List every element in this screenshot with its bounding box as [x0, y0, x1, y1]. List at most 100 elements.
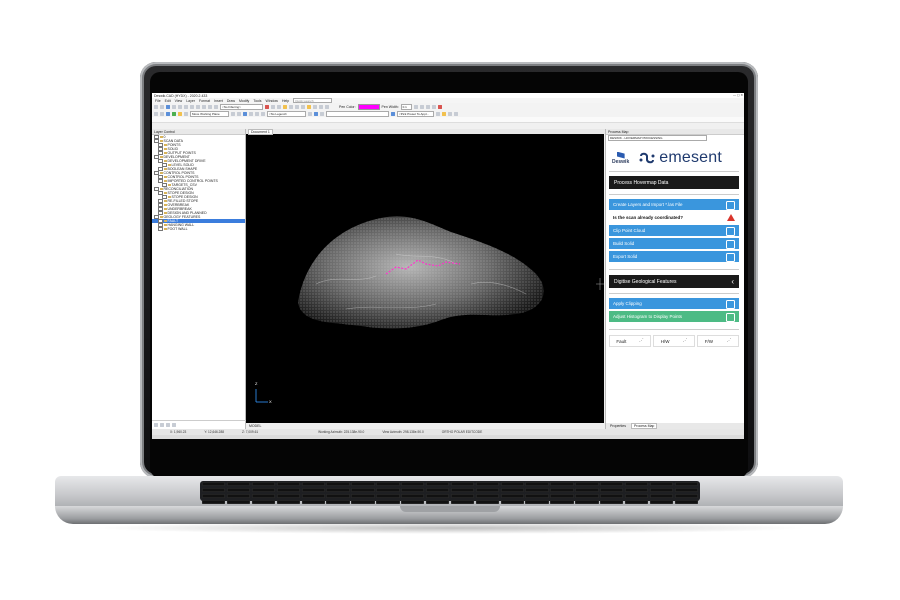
adjust-histogram-button[interactable]: Adjust Histogram to Display Points — [609, 311, 739, 322]
copy-icon[interactable] — [184, 104, 188, 109]
plane-up-icon[interactable] — [231, 111, 235, 116]
layer-visibility-checkbox[interactable] — [158, 226, 163, 232]
line-icon[interactable] — [277, 104, 281, 109]
scan-coordinated-label: Is the scan already coordinated? — [613, 215, 684, 220]
create-layers-button[interactable]: Create Layers and Import *.las File — [609, 199, 739, 210]
layer-options-icon[interactable] — [172, 423, 176, 427]
menu-item-insert[interactable]: Insert — [214, 99, 223, 103]
font-icon[interactable] — [425, 104, 430, 109]
undo-icon[interactable] — [196, 104, 200, 109]
view-front-icon[interactable] — [160, 111, 164, 116]
layer-visibility-checkbox[interactable] — [158, 150, 163, 156]
tab-properties[interactable]: Properties — [608, 424, 628, 428]
layer-icon[interactable] — [307, 104, 311, 109]
add-icon[interactable] — [431, 104, 436, 109]
new-icon[interactable] — [154, 104, 158, 109]
menu-item-draw[interactable]: Draw — [227, 99, 235, 103]
refresh-icon[interactable] — [320, 111, 324, 116]
snap-icon[interactable] — [214, 104, 218, 109]
line-style-icon[interactable] — [413, 104, 418, 109]
plane-down-icon[interactable] — [237, 111, 241, 116]
filter-combo[interactable]: <No Filtering> — [220, 103, 263, 110]
3d-viewport[interactable]: Document 1 Z X MODEL — [246, 128, 607, 429]
cut-icon[interactable] — [178, 104, 182, 109]
paste-icon[interactable] — [190, 104, 194, 109]
menu-item-help[interactable]: Help — [282, 99, 289, 103]
text-icon[interactable] — [319, 104, 323, 109]
clip-icon[interactable] — [261, 111, 265, 116]
pan-icon[interactable] — [271, 104, 275, 109]
process-map-combo[interactable]: DESWIK - HOVERMAP PROCESSING — [608, 135, 707, 141]
edit-layer-icon[interactable] — [160, 423, 164, 427]
open-icon[interactable] — [160, 104, 164, 109]
highlight-icon[interactable] — [442, 111, 446, 116]
attribute-combo[interactable] — [326, 110, 389, 117]
model-tab[interactable]: MODEL — [249, 424, 261, 428]
view-top-icon[interactable] — [154, 111, 158, 116]
light-icon[interactable] — [178, 111, 182, 116]
menu-item-layer[interactable]: Layer — [186, 99, 195, 103]
deswik-logo-text: Deswik — [612, 158, 630, 165]
rectangle-icon[interactable] — [301, 104, 305, 109]
section-digitise-geological[interactable]: Digitise Geological Features ‹ — [609, 275, 739, 288]
pen-width-combo[interactable]: 0.1 — [400, 103, 412, 110]
hanging-wall-button[interactable]: H/W ⋰ — [653, 335, 695, 347]
polyline-icon[interactable] — [283, 104, 287, 109]
table-icon[interactable] — [448, 111, 452, 116]
keyboard-key — [351, 500, 375, 504]
status-modes[interactable]: ORTHO POLAR EDITCODE — [442, 430, 483, 434]
scan-coordinated-question[interactable]: Is the scan already coordinated? — [609, 212, 739, 223]
axes-icon[interactable] — [255, 111, 259, 116]
keyboard-key — [301, 500, 325, 504]
menu-item-tools[interactable]: Tools — [253, 99, 261, 103]
menu-item-edit[interactable]: Edit — [165, 99, 171, 103]
download-icon[interactable] — [391, 111, 395, 116]
view-3d-icon[interactable] — [166, 111, 170, 116]
style-icon[interactable] — [436, 111, 440, 116]
properties-icon[interactable] — [325, 104, 329, 109]
pick-preset-combo[interactable]: <Pick Preset To Appl... — [397, 110, 434, 117]
layer-visibility-checkbox[interactable] — [162, 194, 167, 200]
grid-icon[interactable] — [313, 104, 317, 109]
print-icon[interactable] — [172, 104, 176, 109]
shade-icon[interactable] — [172, 111, 176, 116]
layer-visibility-checkbox[interactable] — [162, 162, 167, 168]
keyboard-key — [575, 500, 599, 504]
rotate-icon[interactable] — [243, 111, 247, 116]
filter-icon[interactable] — [314, 111, 318, 116]
window-controls[interactable]: — ▢ ✕ — [733, 93, 743, 97]
settings-icon[interactable] — [437, 104, 442, 109]
layer-tree-item[interactable]: FOOT WALL — [152, 226, 245, 232]
fault-button[interactable]: Fault ⋰ — [609, 335, 651, 347]
layer-visibility-checkbox[interactable] — [158, 210, 163, 216]
chart-icon[interactable] — [454, 111, 458, 116]
foot-wall-button[interactable]: F/W ⋰ — [697, 335, 739, 347]
clip-point-cloud-button[interactable]: Clip Point Cloud — [609, 225, 739, 236]
select-icon[interactable] — [208, 104, 212, 109]
save-icon[interactable] — [166, 104, 170, 109]
divider — [609, 194, 739, 195]
section-icon[interactable] — [184, 111, 188, 116]
menu-item-window[interactable]: Window — [265, 99, 277, 103]
layer-visibility-checkbox[interactable] — [158, 166, 163, 172]
delete-layer-icon[interactable] — [166, 423, 170, 427]
menu-item-format[interactable]: Format — [199, 99, 210, 103]
new-layer-icon[interactable] — [154, 423, 158, 427]
menu-item-modify[interactable]: Modify — [239, 99, 249, 103]
menu-item-view[interactable]: View — [175, 99, 183, 103]
legend-combo[interactable]: <No Legend> — [267, 110, 306, 117]
keyboard-key — [475, 500, 499, 504]
measure-icon[interactable] — [289, 104, 293, 109]
apply-clipping-button[interactable]: Apply Clipping — [609, 298, 739, 309]
orbit-icon[interactable] — [249, 111, 253, 116]
circle-icon[interactable] — [295, 104, 299, 109]
move-working-plane[interactable]: Move Working Plane — [190, 110, 229, 117]
menu-item-file[interactable]: File — [155, 99, 161, 103]
fill-icon[interactable] — [419, 104, 424, 109]
query-icon[interactable] — [308, 111, 312, 116]
zoom-icon[interactable] — [265, 104, 269, 109]
export-solid-button[interactable]: Export Solid — [609, 251, 739, 262]
build-solid-button[interactable]: Build Solid — [609, 238, 739, 249]
pen-color-swatch[interactable] — [357, 103, 380, 110]
redo-icon[interactable] — [202, 104, 206, 109]
